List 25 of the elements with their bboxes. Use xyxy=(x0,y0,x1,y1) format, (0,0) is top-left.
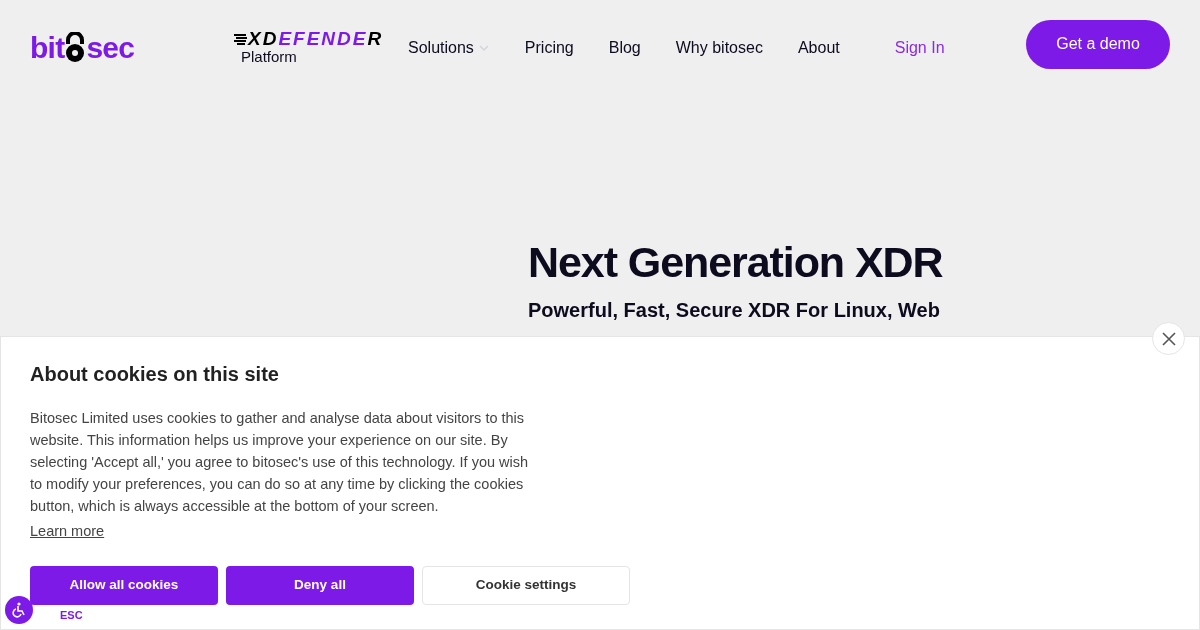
product-caption: Platform xyxy=(241,48,298,67)
esc-label: ESC xyxy=(60,608,83,623)
close-icon xyxy=(1161,331,1176,346)
hero-subtitle: Powerful, Fast, Secure XDR For Linux, Web xyxy=(528,297,941,322)
logo-text: sec xyxy=(86,33,135,63)
lock-icon xyxy=(64,32,87,64)
nav-link[interactable]: Solutions xyxy=(408,36,490,60)
wheelchair-icon xyxy=(11,602,27,618)
nav-link[interactable]: Why bitosec xyxy=(675,36,763,60)
nav-link[interactable]: Pricing xyxy=(524,36,574,60)
banner-title: About cookies on this site xyxy=(30,362,280,387)
hero-title: Next Generation XDR xyxy=(528,237,944,288)
sign-in-link[interactable]: Sign In xyxy=(894,36,945,60)
cookie-button[interactable]: Deny all xyxy=(226,566,414,605)
speed-lines-icon xyxy=(234,31,248,46)
cookie-button[interactable]: Cookie settings xyxy=(422,566,630,605)
nav-link[interactable]: About xyxy=(797,36,840,60)
banner-text: Bitosec Limited uses cookies to gather and analyse data about visitors to this website. This information helps us improve your experience on our site. By selecting 'Accept all,' you agree to bitosec's use of this technology. If you wish to modify your preferences, you can do so at any time by clicking the cookies button, which is always accessible at the bottom of your screen. xyxy=(30,409,530,516)
learn-more-link[interactable]: Learn more xyxy=(30,521,105,543)
chevron-icon xyxy=(477,44,490,52)
cookie-button[interactable]: Allow all cookies xyxy=(30,566,218,605)
nav-link[interactable]: Blog xyxy=(608,36,641,60)
demo-button[interactable]: Get a demo xyxy=(1026,19,1170,69)
product-logo: XDEFENDER xyxy=(248,29,384,49)
logo-text: bit xyxy=(30,33,65,63)
